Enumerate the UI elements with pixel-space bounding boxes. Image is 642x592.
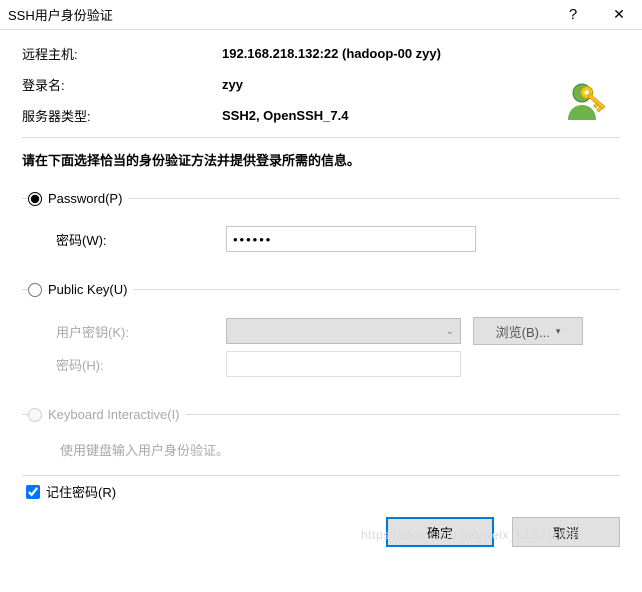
instruction-text: 请在下面选择恰当的身份验证方法并提供登录所需的信息。 bbox=[22, 150, 620, 169]
row-remote-host: 远程主机: 192.168.218.132:22 (hadoop-00 zyy) bbox=[22, 44, 620, 63]
row-userkey: 用户密钥(K): ⌄ 浏览(B)... ▾ bbox=[28, 317, 614, 345]
window-title: SSH用户身份验证 bbox=[8, 5, 113, 24]
titlebar: SSH用户身份验证 ? ✕ bbox=[0, 0, 642, 30]
row-login: 登录名: zyy bbox=[22, 75, 620, 94]
cancel-button-label: 取消 bbox=[553, 523, 579, 542]
separator bbox=[22, 137, 620, 138]
login-value: zyy bbox=[222, 77, 243, 92]
remote-host-value: 192.168.218.132:22 (hadoop-00 zyy) bbox=[222, 46, 441, 61]
password-field-label: 密码(W): bbox=[56, 230, 226, 249]
row-password-field: 密码(W): bbox=[28, 226, 614, 252]
server-type-value: SSH2, OpenSSH_7.4 bbox=[222, 108, 348, 123]
remember-checkbox[interactable] bbox=[26, 485, 40, 499]
browse-button-label: 浏览(B)... bbox=[496, 322, 550, 341]
remote-host-label: 远程主机: bbox=[22, 44, 222, 63]
keyboard-desc: 使用键盘输入用户身份验证。 bbox=[28, 440, 614, 459]
ok-button-label: 确定 bbox=[427, 523, 453, 542]
separator-2 bbox=[22, 475, 620, 476]
password-group: Password(P) 密码(W): bbox=[22, 191, 620, 272]
chevron-down-icon: ⌄ bbox=[446, 326, 454, 337]
pubkey-password-input bbox=[226, 351, 461, 377]
radio-password[interactable] bbox=[28, 192, 42, 206]
window-controls: ? ✕ bbox=[550, 0, 642, 30]
remember-label: 记住密码(R) bbox=[46, 482, 116, 501]
password-legend-label: Password(P) bbox=[48, 191, 122, 206]
keyboard-group: Keyboard Interactive(I) 使用键盘输入用户身份验证。 bbox=[22, 407, 620, 465]
user-key-icon bbox=[560, 76, 614, 130]
dialog-content: 远程主机: 192.168.218.132:22 (hadoop-00 zyy)… bbox=[0, 30, 642, 501]
password-input[interactable] bbox=[226, 226, 476, 252]
login-label: 登录名: bbox=[22, 75, 222, 94]
pubkey-legend[interactable]: Public Key(U) bbox=[28, 282, 133, 297]
ok-button[interactable]: 确定 bbox=[386, 517, 494, 547]
row-pubkey-password: 密码(H): bbox=[28, 351, 614, 377]
cancel-button[interactable]: 取消 bbox=[512, 517, 620, 547]
browse-button[interactable]: 浏览(B)... ▾ bbox=[473, 317, 583, 345]
radio-keyboard bbox=[28, 408, 42, 422]
pubkey-group: Public Key(U) 用户密钥(K): ⌄ 浏览(B)... ▾ 密码(H… bbox=[22, 282, 620, 397]
keyboard-legend[interactable]: Keyboard Interactive(I) bbox=[28, 407, 186, 422]
keyboard-legend-label: Keyboard Interactive(I) bbox=[48, 407, 180, 422]
footer: 确定 取消 https://blog.csdn.net/weix_51CTO博客 bbox=[0, 513, 642, 547]
remember-row: 记住密码(R) bbox=[26, 482, 620, 501]
row-server-type: 服务器类型: SSH2, OpenSSH_7.4 bbox=[22, 106, 620, 125]
userkey-combo[interactable]: ⌄ bbox=[226, 318, 461, 344]
help-button[interactable]: ? bbox=[550, 0, 596, 30]
password-legend[interactable]: Password(P) bbox=[28, 191, 128, 206]
pubkey-legend-label: Public Key(U) bbox=[48, 282, 127, 297]
radio-pubkey[interactable] bbox=[28, 283, 42, 297]
userkey-label: 用户密钥(K): bbox=[56, 322, 226, 341]
server-type-label: 服务器类型: bbox=[22, 106, 222, 125]
close-button[interactable]: ✕ bbox=[596, 0, 642, 30]
caret-down-icon: ▾ bbox=[556, 326, 561, 337]
pubkey-password-label: 密码(H): bbox=[56, 355, 226, 374]
